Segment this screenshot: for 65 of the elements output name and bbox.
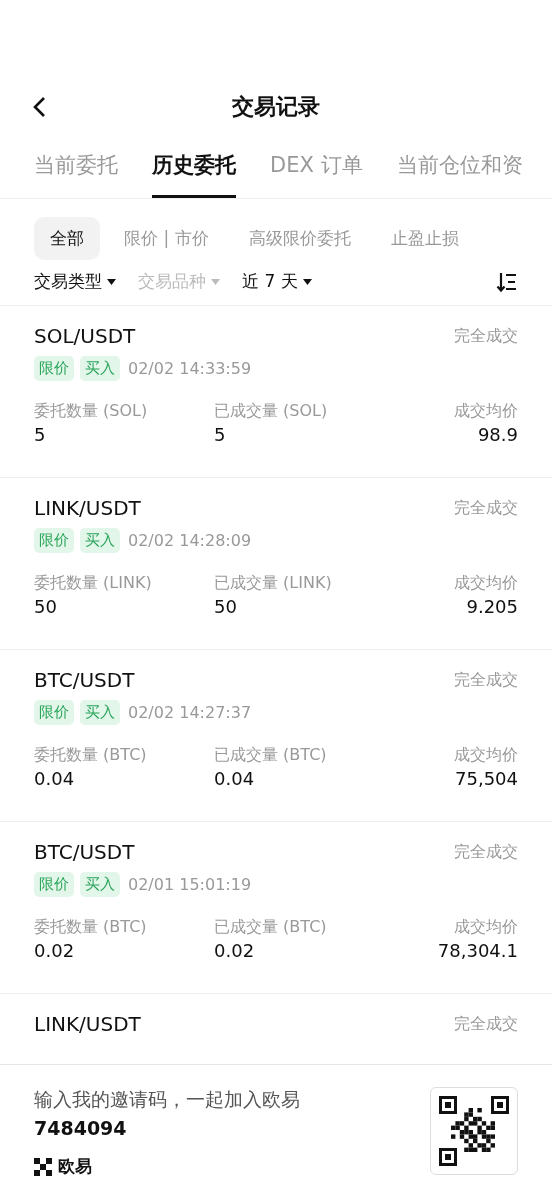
order-tag: 买入 [80, 356, 120, 381]
field-value: 0.04 [34, 768, 76, 789]
field-label: 委托数量 (BTC) [34, 745, 148, 766]
page-title: 交易记录 [232, 93, 320, 121]
order-tag: 买入 [80, 700, 120, 725]
field-value: 78,304.1 [437, 940, 518, 961]
brand-name: 欧易 [58, 1155, 92, 1178]
field-value: 50 [214, 596, 238, 617]
caret-icon [107, 278, 116, 285]
filter-dropdown[interactable]: 交易类型 [34, 270, 116, 293]
order-status: 完全成交 [454, 1013, 518, 1035]
field-label: 委托数量 (LINK) [34, 573, 153, 594]
field-value: 98.9 [476, 424, 518, 445]
back-icon [32, 96, 46, 118]
order-card[interactable]: BTC/USDT 完全成交 限价 买入 02/02 14:27:37 委托数量 (BTC) 已成交量 (BTC) 成交均价 0.04 0.04 75,504 [0, 650, 552, 822]
trading-pair: LINK/USDT [34, 496, 141, 520]
field-label: 成交均价 [454, 401, 518, 422]
field-value: 0.02 [214, 940, 256, 961]
field-label: 成交均价 [454, 745, 518, 766]
tab[interactable]: 历史委托 [152, 134, 236, 198]
field-label: 委托数量 (SOL) [34, 401, 149, 422]
field-label: 委托数量 (BTC) [34, 917, 148, 938]
order-card[interactable]: SOL/USDT 完全成交 限价 买入 02/02 14:33:59 委托数量 (SOL) 已成交量 (SOL) 成交均价 5 5 98.9 [0, 306, 552, 478]
order-time: 02/02 14:33:59 [128, 359, 252, 378]
field-label: 已成交量 (BTC) [214, 917, 328, 938]
caret-icon [211, 278, 220, 285]
order-tag: 买入 [80, 528, 120, 553]
sort-icon[interactable] [496, 270, 518, 293]
order-status: 完全成交 [454, 669, 518, 691]
order-tag: 限价 [34, 700, 74, 725]
field-label: 已成交量 (BTC) [214, 745, 328, 766]
order-card[interactable]: LINK/USDT 完全成交 限价 买入 02/02 14:28:09 委托数量 (LINK) 已成交量 (LINK) 成交均价 50 50 9.205 [0, 478, 552, 650]
field-value: 75,504 [454, 768, 518, 789]
order-status: 完全成交 [454, 497, 518, 519]
trading-pair: LINK/USDT [34, 1012, 141, 1036]
order-tag: 限价 [34, 872, 74, 897]
qr-code-icon [437, 1094, 511, 1168]
order-tag: 限价 [34, 356, 74, 381]
field-label: 成交均价 [453, 917, 518, 938]
order-tag: 买入 [80, 872, 120, 897]
brand-logo-icon [34, 1157, 52, 1176]
field-value: 0.02 [34, 940, 76, 961]
filter-chip[interactable]: 全部 [34, 217, 100, 260]
order-card[interactable]: BTC/USDT 完全成交 限价 买入 02/01 15:01:19 委托数量 (BTC) 已成交量 (BTC) 成交均价 0.02 0.02 78,304.1 [0, 822, 552, 994]
field-label: 已成交量 (LINK) [214, 573, 333, 594]
order-status: 完全成交 [454, 841, 518, 863]
order-time: 02/02 14:28:09 [128, 531, 252, 550]
field-value: 9.205 [465, 596, 518, 617]
field-value: 5 [214, 424, 227, 445]
trading-pair: BTC/USDT [34, 668, 135, 692]
caret-icon [302, 278, 312, 285]
order-time: 02/02 14:27:37 [128, 703, 252, 722]
order-time: 02/01 15:01:19 [128, 875, 252, 894]
trading-pair: BTC/USDT [34, 840, 135, 864]
trading-pair: SOL/USDT [34, 324, 136, 348]
field-value: 5 [34, 424, 47, 445]
order-tag: 限价 [34, 528, 74, 553]
filter-dropdown[interactable]: 近 7 天 [242, 270, 312, 293]
invite-text: 输入我的邀请码，一起加入欧易 [34, 1087, 300, 1112]
field-value: 50 [34, 596, 58, 617]
field-value: 0.04 [214, 768, 256, 789]
field-label: 已成交量 (SOL) [214, 401, 329, 422]
order-status: 完全成交 [454, 325, 518, 347]
field-label: 成交均价 [454, 573, 518, 594]
invite-code: 7484094 [34, 1117, 128, 1139]
